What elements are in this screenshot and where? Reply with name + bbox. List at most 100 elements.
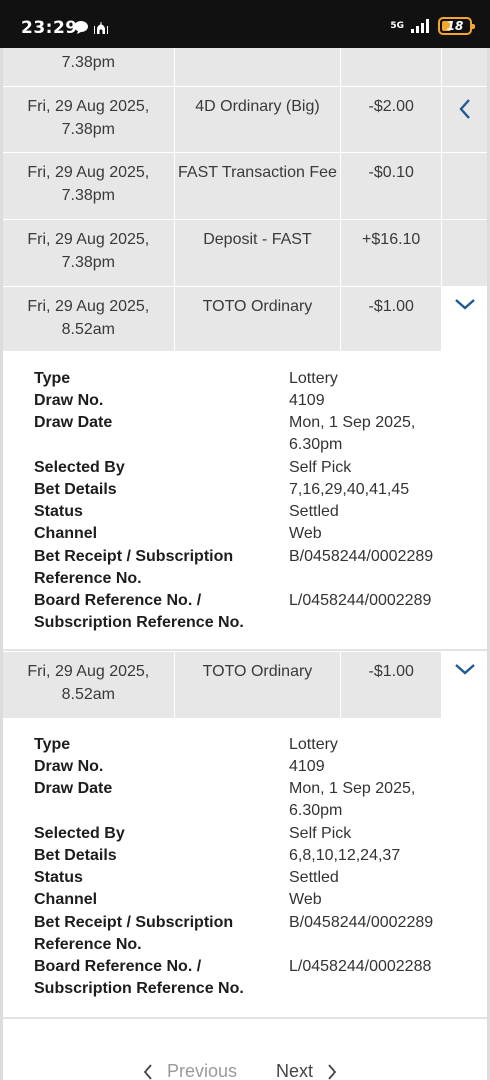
table-row[interactable]: Fri, 29 Aug 2025, 7.38pm Deposit - FAST … [3, 220, 487, 286]
row-date: Fri, 29 Aug 2025, 7.38pm [3, 220, 174, 286]
detail-value: B/0458244/0002289 [289, 548, 434, 565]
detail-value: Self Pick [289, 459, 352, 476]
status-time: 23:29 [21, 18, 78, 38]
detail-value: L/0458244/0002288 [289, 958, 432, 975]
row-description: TOTO Ordinary [174, 652, 341, 718]
detail-label: Type [34, 736, 71, 753]
row-amount: -$0.10 [341, 153, 442, 219]
divider [3, 649, 487, 651]
row-date-time: 8.52am [61, 685, 115, 703]
detail-value-line: Mon, 1 Sep 2025, [289, 414, 416, 431]
previous-button[interactable]: Previous [143, 1061, 237, 1080]
battery-icon: 18 [438, 17, 475, 35]
row-toggle[interactable] [442, 220, 487, 286]
row-date-day: Fri, 29 Aug 2025, [27, 298, 150, 315]
chevron-down-icon[interactable] [454, 662, 476, 676]
chevron-down-icon[interactable] [454, 297, 476, 311]
detail-label: Board Reference No. / Subscription Refer… [34, 590, 274, 635]
row-toggle[interactable] [442, 153, 487, 219]
table-row-partial[interactable]: 7.38pm [3, 48, 487, 86]
row-date: Fri, 29 Aug 2025, 7.38pm [3, 153, 174, 219]
status-bar: 23:29 5G 18 [0, 0, 490, 48]
detail-value: Web [289, 891, 322, 908]
row-date-time: 7.38pm [61, 253, 115, 271]
chat-bubble-icon [74, 21, 88, 34]
network-label: 5G [390, 20, 404, 31]
row-date: Fri, 29 Aug 2025, 8.52am [3, 287, 174, 351]
detail-label-line: Reference No. [34, 936, 142, 954]
chevron-right-icon [328, 1063, 337, 1080]
detail-value-line: 6.30pm [289, 436, 343, 454]
detail-label: Bet Receipt / Subscription Reference No. [34, 546, 274, 591]
detail-value: B/0458244/0002289 [289, 914, 434, 931]
row-date-day: Fri, 29 Aug 2025, [27, 663, 150, 680]
detail-label-line: Reference No. [34, 570, 142, 588]
table-row-expanded[interactable]: Fri, 29 Aug 2025, 8.52am TOTO Ordinary -… [3, 652, 487, 718]
transaction-details: Type Lottery Draw No. 4109 Draw Date Mon… [3, 718, 487, 1016]
detail-label-line: Subscription Reference No. [34, 980, 244, 998]
detail-value: 6,8,10,12,24,37 [289, 847, 401, 864]
detail-value: Self Pick [289, 825, 352, 842]
row-toggle[interactable] [442, 287, 487, 351]
row-date-day: Fri, 29 Aug 2025, [27, 98, 150, 115]
detail-value: Web [289, 525, 322, 542]
detail-label: Channel [34, 525, 98, 542]
pagination: Previous Next [0, 1058, 490, 1080]
status-right: 5G 18 [390, 17, 475, 35]
detail-label: Selected By [34, 825, 125, 842]
detail-value: Settled [289, 503, 339, 520]
detail-label-line: Board Reference No. / [34, 958, 202, 975]
table-row-expanded[interactable]: Fri, 29 Aug 2025, 8.52am TOTO Ordinary -… [3, 287, 487, 351]
table-row[interactable]: Fri, 29 Aug 2025, 7.38pm 4D Ordinary (Bi… [3, 87, 487, 152]
row-description: Deposit - FAST [174, 220, 341, 286]
detail-label-line: Bet Receipt / Subscription [34, 548, 234, 565]
row-date-time: 7.38pm [61, 54, 115, 71]
row-toggle[interactable] [442, 48, 487, 86]
row-description: TOTO Ordinary [174, 287, 341, 351]
row-date-time: 7.38pm [61, 186, 115, 204]
chevron-left-icon [143, 1063, 152, 1080]
transaction-details: Type Lottery Draw No. 4109 Draw Date Mon… [3, 351, 487, 649]
previous-label: Previous [167, 1061, 238, 1080]
detail-label: Bet Receipt / Subscription Reference No. [34, 912, 274, 957]
detail-value: Mon, 1 Sep 2025, 6.30pm [289, 778, 489, 823]
detail-label: Board Reference No. / Subscription Refer… [34, 956, 274, 1001]
row-date: Fri, 29 Aug 2025, 7.38pm [3, 87, 174, 152]
divider [3, 1017, 487, 1019]
detail-label: Draw Date [34, 414, 113, 431]
row-amount [341, 48, 442, 86]
row-toggle[interactable] [442, 652, 487, 718]
row-amount: -$2.00 [341, 87, 442, 152]
chevron-left-icon[interactable] [458, 98, 472, 120]
detail-value-line: 6.30pm [289, 802, 343, 820]
mosque-icon [94, 22, 108, 34]
detail-label: Channel [34, 891, 98, 908]
row-amount: -$1.00 [341, 287, 442, 351]
detail-label: Selected By [34, 459, 125, 476]
detail-value-line: Mon, 1 Sep 2025, [289, 780, 416, 797]
detail-value: 7,16,29,40,41,45 [289, 481, 410, 498]
row-description: FAST Transaction Fee [174, 153, 341, 219]
next-label: Next [276, 1061, 314, 1080]
detail-label-line: Subscription Reference No. [34, 614, 244, 632]
row-date-day: Fri, 29 Aug 2025, [27, 231, 150, 248]
row-date: Fri, 29 Aug 2025, 8.52am [3, 652, 174, 718]
detail-label: Bet Details [34, 481, 117, 498]
row-description: 4D Ordinary (Big) [174, 87, 341, 152]
detail-value: L/0458244/0002289 [289, 592, 432, 609]
row-amount: -$1.00 [341, 652, 442, 718]
row-date-time: 7.38pm [61, 120, 115, 138]
detail-value: 4109 [289, 392, 325, 409]
detail-value: Mon, 1 Sep 2025, 6.30pm [289, 412, 489, 457]
table-row[interactable]: Fri, 29 Aug 2025, 7.38pm FAST Transactio… [3, 153, 487, 219]
detail-value: Lottery [289, 370, 338, 387]
next-button[interactable]: Next [276, 1061, 337, 1080]
notification-icons [73, 19, 109, 35]
detail-label-line: Bet Receipt / Subscription [34, 914, 234, 931]
row-toggle[interactable] [442, 87, 487, 152]
detail-label: Type [34, 370, 71, 387]
row-description [174, 48, 341, 86]
detail-label: Status [34, 869, 83, 886]
detail-label-line: Board Reference No. / [34, 592, 202, 609]
detail-label: Status [34, 503, 83, 520]
